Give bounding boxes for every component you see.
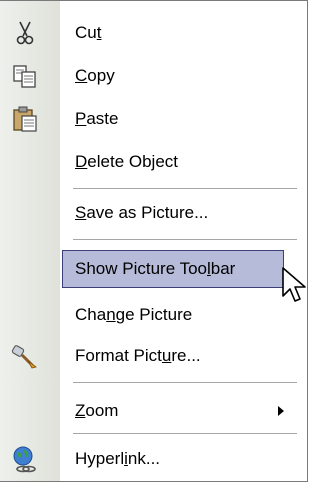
menu-item-delete-object[interactable]: Delete Object	[0, 142, 306, 182]
menu-item-label: Copy	[75, 66, 115, 85]
menu-separator	[73, 188, 297, 189]
menu-item-paste[interactable]: Paste	[0, 99, 306, 139]
copy-icon	[13, 65, 36, 88]
scissors-icon	[16, 21, 34, 45]
format-brush-icon	[11, 345, 37, 369]
menu-item-cut[interactable]: Cut	[0, 13, 306, 53]
context-menu: Cut Copy Paste Delete Object Save as Pic…	[0, 0, 308, 482]
menu-item-format-picture[interactable]: Format Picture...	[0, 336, 306, 376]
paste-icon	[13, 106, 37, 132]
menu-item-label: Zoom	[75, 401, 119, 420]
menu-item-hyperlink[interactable]: Hyperlink...	[0, 439, 306, 479]
submenu-arrow-icon	[278, 406, 284, 416]
menu-separator	[73, 239, 297, 240]
menu-item-label: Cut	[75, 23, 102, 42]
menu-item-change-picture[interactable]: Change Picture	[0, 295, 306, 335]
menu-item-label: Format Picture...	[75, 346, 201, 365]
menu-item-label: Change Picture	[75, 305, 193, 324]
menu-item-zoom[interactable]: Zoom	[0, 391, 306, 431]
mouse-pointer-icon	[282, 267, 306, 302]
hyperlink-globe-icon	[13, 446, 36, 473]
menu-item-save-as-picture[interactable]: Save as Picture...	[0, 193, 306, 233]
menu-item-label: Show Picture Toolbar	[75, 259, 236, 278]
menu-separator	[73, 382, 297, 383]
menu-separator	[73, 433, 297, 434]
menu-item-label: Paste	[75, 109, 119, 128]
menu-item-label: Save as Picture...	[75, 203, 209, 222]
menu-item-label: Hyperlink...	[75, 449, 161, 468]
menu-item-show-picture-toolbar[interactable]: Show Picture Toolbar	[62, 250, 284, 288]
menu-item-copy[interactable]: Copy	[0, 56, 306, 96]
menu-item-label: Delete Object	[75, 152, 179, 171]
